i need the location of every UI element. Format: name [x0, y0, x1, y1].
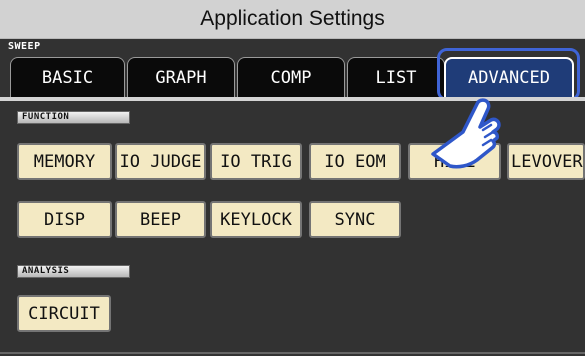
memory-button[interactable]: MEMORY — [17, 143, 112, 180]
title-bar: Application Settings — [0, 0, 585, 39]
keylock-button[interactable]: KEYLOCK — [210, 201, 302, 238]
function-section-header: FUNCTION — [17, 111, 130, 124]
tab-comp[interactable]: COMP — [237, 57, 345, 97]
page-title: Application Settings — [200, 7, 385, 30]
sweep-label: SWEEP — [8, 41, 41, 52]
tab-basic[interactable]: BASIC — [10, 57, 125, 97]
main-panel: SWEEP BASIC GRAPH COMP LIST ADVANCED FUN… — [0, 39, 585, 356]
levover-button[interactable]: LEVOVER — [507, 143, 585, 180]
disp-button[interactable]: DISP — [17, 201, 112, 238]
tab-graph[interactable]: GRAPH — [127, 57, 235, 97]
pointing-hand-icon — [431, 98, 501, 169]
io-eom-button[interactable]: IO EOM — [309, 143, 401, 180]
io-judge-button[interactable]: IO JUDGE — [115, 143, 206, 180]
analysis-section-header: ANALYSIS — [17, 265, 130, 278]
circuit-button[interactable]: CIRCUIT — [17, 295, 111, 332]
io-trig-button[interactable]: IO TRIG — [210, 143, 302, 180]
sync-button[interactable]: SYNC — [309, 201, 401, 238]
tab-list[interactable]: LIST — [347, 57, 445, 97]
bottom-divider — [0, 352, 585, 354]
beep-button[interactable]: BEEP — [115, 201, 206, 238]
